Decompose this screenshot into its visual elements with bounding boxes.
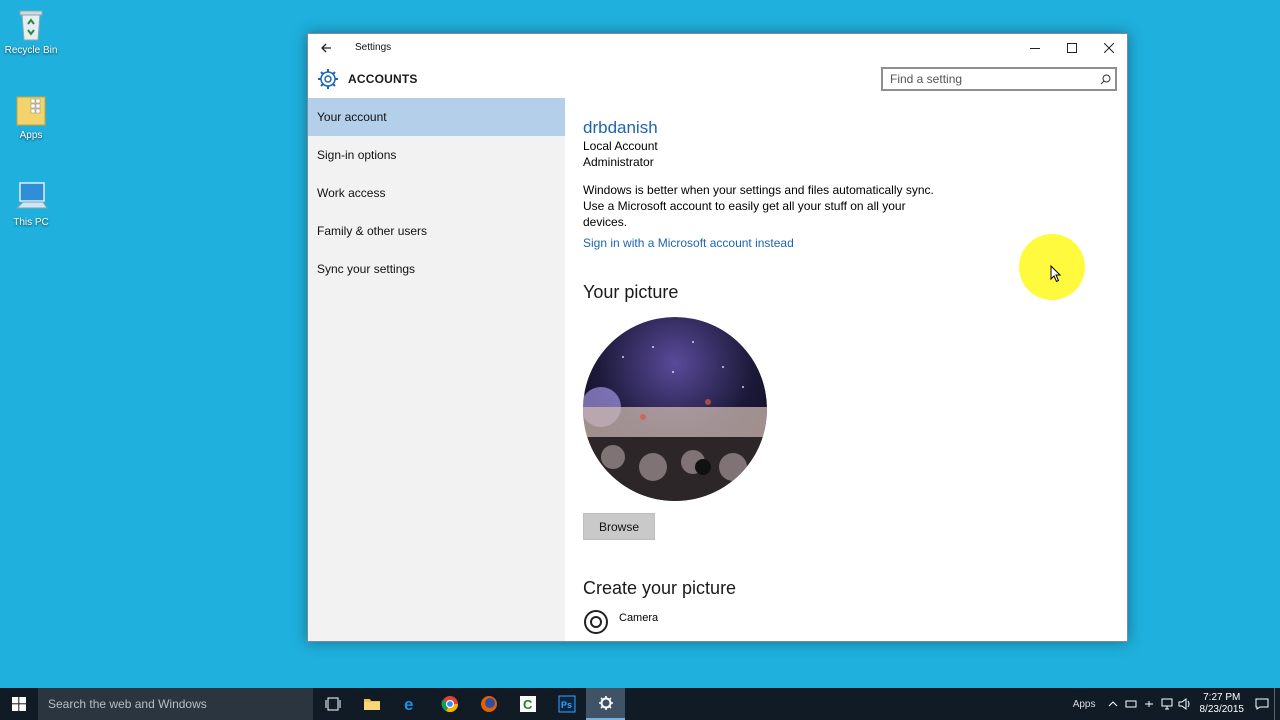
chrome-icon	[441, 696, 458, 713]
network-button[interactable]	[1158, 688, 1176, 720]
start-button[interactable]	[0, 688, 38, 720]
tray-icon-2[interactable]	[1140, 688, 1158, 720]
network-icon	[1161, 698, 1172, 710]
camera-option[interactable]: Camera	[583, 609, 1127, 635]
mouse-cursor-icon	[1050, 265, 1062, 283]
clock-time: 7:27 PM	[1203, 692, 1241, 703]
volume-icon	[1178, 698, 1189, 710]
settings-taskbar-button[interactable]	[586, 688, 625, 720]
sidebar: Your account Sign-in options Work access…	[308, 98, 565, 641]
photoshop-button[interactable]: Ps	[547, 688, 586, 720]
gear-icon	[318, 69, 338, 89]
system-tray: Apps 7:27 PM 8/23/2015	[1073, 688, 1280, 720]
task-view-button[interactable]	[313, 688, 352, 720]
camera-icon	[584, 610, 608, 634]
sidebar-item-family-other-users[interactable]: Family & other users	[308, 212, 565, 250]
minimize-icon	[1029, 47, 1040, 49]
sidebar-item-label: Family & other users	[317, 224, 428, 238]
search-icon[interactable]	[1095, 74, 1115, 85]
settings-header: ACCOUNTS	[308, 61, 1127, 97]
section-title: ACCOUNTS	[348, 72, 418, 86]
window-controls	[1016, 34, 1127, 61]
close-icon	[1103, 42, 1114, 53]
title-bar: Settings	[308, 34, 1127, 61]
firefox-icon	[480, 696, 497, 712]
volume-button[interactable]	[1176, 688, 1194, 720]
firefox-button[interactable]	[469, 688, 508, 720]
tray-overflow-button[interactable]	[1104, 688, 1122, 720]
settings-search	[881, 67, 1117, 91]
taskbar-search[interactable]: Search the web and Windows	[38, 688, 313, 720]
concert-photo	[583, 317, 767, 501]
folder-icon	[363, 699, 380, 710]
gear-icon	[598, 696, 613, 710]
recycle-bin-icon	[19, 10, 43, 41]
account-type: Local Account	[583, 139, 658, 153]
svg-text:e: e	[404, 695, 413, 713]
sidebar-item-label: Your account	[317, 110, 387, 124]
sidebar-item-label: Sync your settings	[317, 262, 416, 276]
sidebar-item-your-account[interactable]: Your account	[308, 98, 565, 136]
sidebar-item-label: Work access	[317, 186, 386, 200]
clock-date: 8/23/2015	[1199, 704, 1245, 715]
camtasia-icon: C	[519, 696, 536, 712]
camtasia-button[interactable]: C	[508, 688, 547, 720]
action-center-button[interactable]	[1250, 698, 1274, 710]
photoshop-icon: Ps	[558, 695, 575, 713]
svg-text:Ps: Ps	[561, 700, 572, 710]
chrome-button[interactable]	[430, 688, 469, 720]
show-desktop-button[interactable]	[1274, 688, 1280, 720]
search-input[interactable]	[883, 69, 1095, 89]
sidebar-item-sign-in-options[interactable]: Sign-in options	[308, 136, 565, 174]
chevron-up-icon	[1108, 701, 1117, 707]
back-arrow-icon	[321, 43, 331, 52]
sidebar-item-work-access[interactable]: Work access	[308, 174, 565, 212]
svg-text:C: C	[523, 697, 533, 712]
desktop-icon-recycle-bin[interactable]: Recycle Bin	[4, 8, 58, 56]
notification-icon	[1255, 698, 1269, 710]
avatar	[583, 317, 767, 501]
sync-description: Windows is better when your settings and…	[583, 183, 934, 229]
folder-icon	[16, 96, 46, 126]
usb-icon	[1144, 701, 1153, 707]
tray-apps-label[interactable]: Apps	[1073, 699, 1096, 710]
tray-icon-1[interactable]	[1122, 688, 1140, 720]
taskbar-clock[interactable]: 7:27 PM 8/23/2015	[1200, 692, 1245, 716]
maximize-button[interactable]	[1053, 34, 1090, 61]
settings-window: Settings ACCOUNTS Find a setting Your ac…	[307, 33, 1128, 642]
microsoft-account-link[interactable]: Sign in with a Microsoft account instead	[583, 236, 794, 250]
account-role: Administrator	[583, 155, 654, 169]
desktop-icon-apps[interactable]: Apps	[4, 93, 58, 141]
window-title: Settings	[355, 42, 392, 53]
close-button[interactable]	[1090, 34, 1127, 61]
main-content: drbdanish Local Account Administrator Wi…	[565, 98, 1127, 641]
taskbar: Search the web and Windows e C Ps Apps 7…	[0, 688, 1280, 720]
edge-browser-button[interactable]: e	[391, 688, 430, 720]
desktop-icon-label: Recycle Bin	[4, 45, 58, 56]
minimize-button[interactable]	[1016, 34, 1053, 61]
back-button[interactable]	[308, 34, 344, 61]
camera-label: Camera	[619, 612, 659, 624]
file-explorer-button[interactable]	[352, 688, 391, 720]
task-view-icon	[325, 697, 340, 711]
account-username: drbdanish	[583, 118, 658, 137]
sidebar-item-label: Sign-in options	[317, 148, 397, 162]
maximize-icon	[1066, 42, 1077, 53]
device-icon	[1125, 700, 1136, 708]
edge-icon: e	[404, 695, 413, 713]
sidebar-item-sync-settings[interactable]: Sync your settings	[308, 250, 565, 288]
desktop-icon-label: Apps	[19, 130, 43, 141]
desktop-icon-label: This PC	[13, 217, 49, 228]
create-picture-heading: Create your picture	[583, 578, 737, 598]
windows-logo-icon	[12, 697, 26, 711]
desktop-icon-this-pc[interactable]: This PC	[4, 180, 58, 228]
computer-icon	[15, 182, 48, 209]
browse-button[interactable]: Browse	[583, 513, 655, 540]
